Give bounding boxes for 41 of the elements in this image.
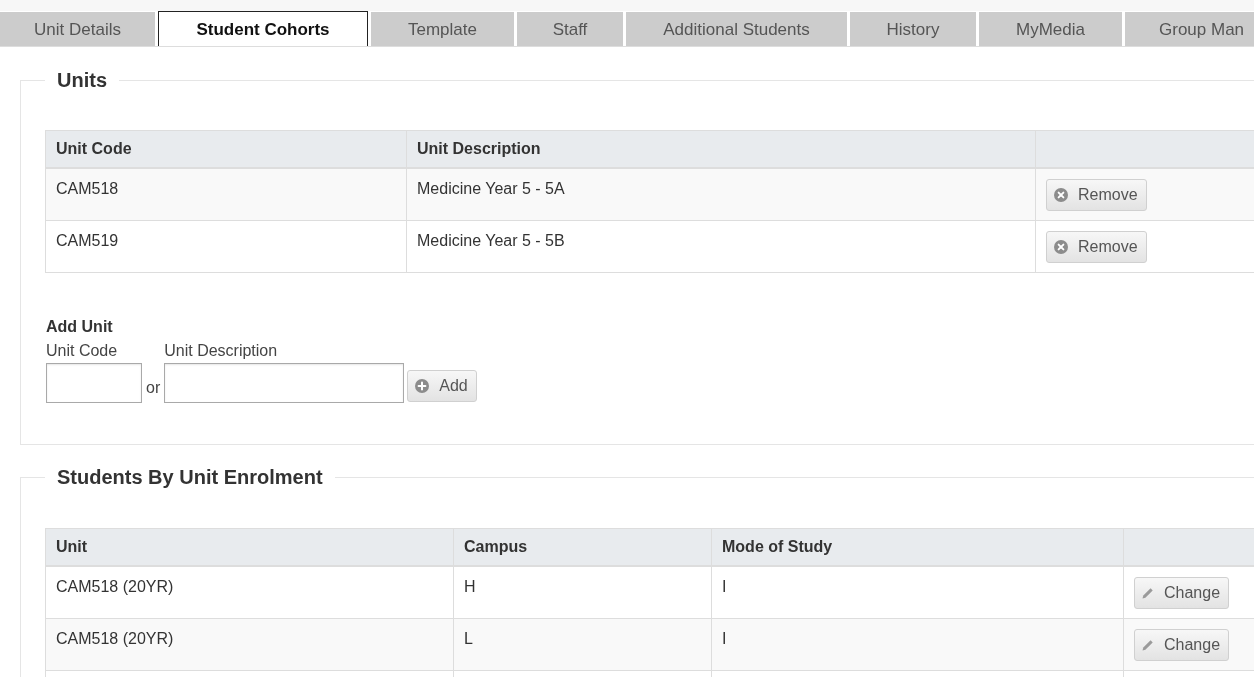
tab[interactable]: Student Cohorts [158, 11, 368, 46]
table-cell: I [722, 578, 727, 595]
add-button[interactable]: Add [407, 370, 477, 402]
remove-button[interactable]: Remove [1046, 231, 1147, 263]
column-header: Mode of Study [722, 537, 833, 557]
tab[interactable]: Additional Students [626, 12, 847, 46]
table-cell: Medicine Year 5 - 5B [417, 232, 565, 249]
table-cell: CAM518 (20YR) [56, 578, 174, 595]
tab[interactable]: Unit Details [0, 12, 155, 46]
pencil-icon [1142, 639, 1154, 651]
column-header: Campus [464, 537, 528, 557]
table-cell: L [464, 630, 473, 647]
change-button[interactable]: Change [1134, 629, 1230, 661]
field-label: Unit Description [164, 341, 278, 361]
field-label: Unit Code [46, 341, 118, 361]
remove-icon [1054, 240, 1068, 254]
table-cell: CAM518 [56, 180, 119, 197]
remove-button[interactable]: Remove [1046, 179, 1147, 211]
table-cell: CAM519 [56, 232, 119, 249]
column-header: Unit Code [56, 139, 132, 159]
table-cell: I [722, 630, 727, 647]
or-text: or [145, 378, 162, 398]
table-cell: Medicine Year 5 - 5A [417, 180, 565, 197]
section-title: Students By Unit Enrolment [57, 466, 323, 488]
tab[interactable]: Group Man [1125, 12, 1254, 46]
tab[interactable]: Staff [517, 12, 623, 46]
tab[interactable]: Template [371, 12, 514, 46]
table-cell: H [464, 578, 476, 595]
tab[interactable]: History [850, 12, 976, 46]
add-unit-title: Add Unit [46, 317, 113, 337]
change-button[interactable]: Change [1134, 577, 1230, 609]
tab[interactable]: MyMedia [979, 12, 1122, 46]
column-header: Unit Description [417, 139, 541, 159]
unit-description-field[interactable] [164, 363, 405, 403]
unit-code-field[interactable] [46, 363, 142, 403]
add-icon [415, 379, 430, 393]
remove-icon [1054, 188, 1068, 202]
column-header: Unit [56, 537, 88, 557]
table-cell: CAM518 (20YR) [56, 630, 174, 647]
section-title: Units [57, 69, 107, 91]
pencil-icon [1142, 587, 1154, 599]
